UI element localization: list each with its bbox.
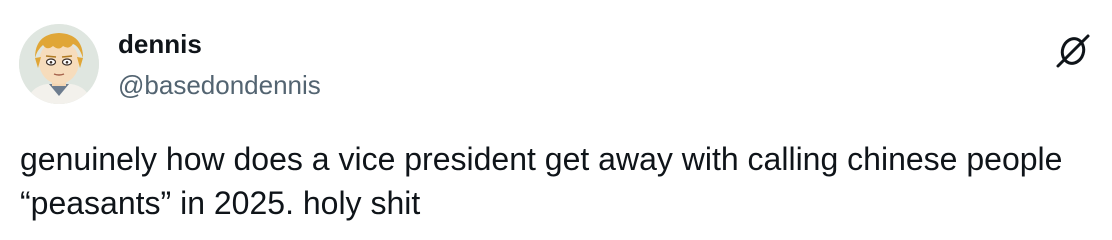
tweet-card: dennis @basedondennis genuinely how does… xyxy=(0,0,1112,240)
author-display-name[interactable]: dennis xyxy=(118,28,202,60)
x-logo-icon[interactable] xyxy=(1054,32,1092,70)
tweet-text: genuinely how does a vice president get … xyxy=(20,141,1063,221)
avatar-icon xyxy=(19,24,99,104)
author-avatar[interactable] xyxy=(19,24,99,104)
author-handle[interactable]: @basedondennis xyxy=(118,69,321,101)
